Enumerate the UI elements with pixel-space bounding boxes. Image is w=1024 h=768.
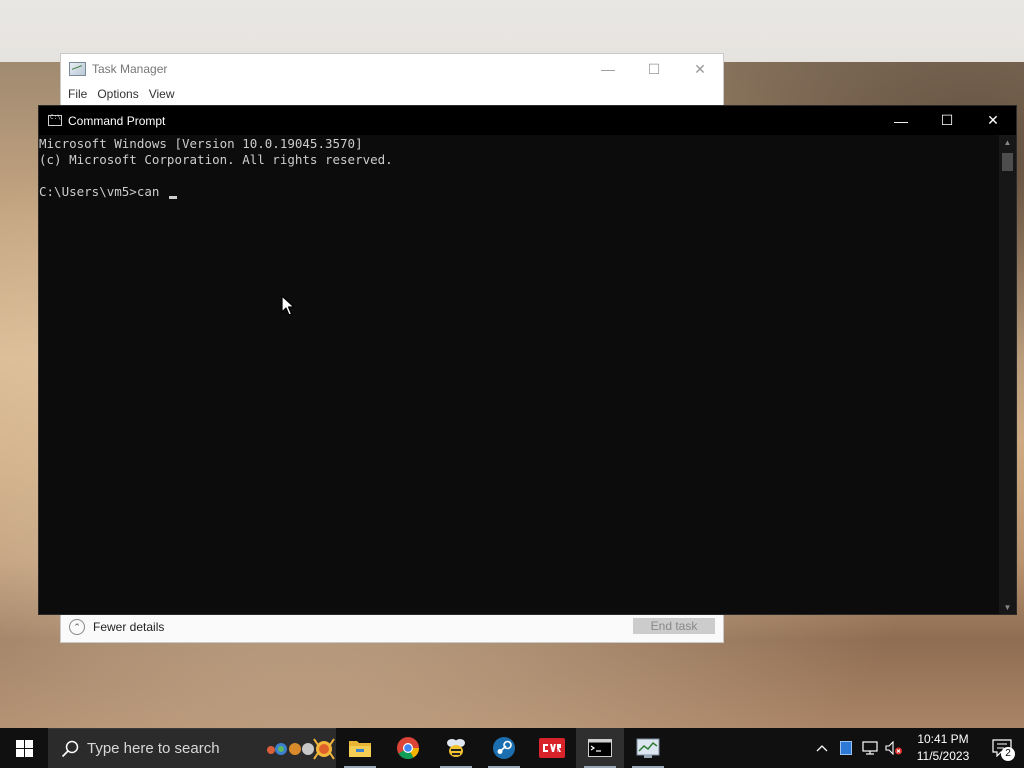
menu-file[interactable]: File (63, 84, 92, 104)
console-prompt-line[interactable]: C:\Users\vm5>can (39, 184, 999, 200)
task-manager-titlebar[interactable]: Task Manager — ☐ ✕ (61, 54, 723, 84)
task-manager-menubar: File Options View (61, 84, 723, 104)
scrollbar-thumb[interactable] (1002, 153, 1013, 171)
steam-icon (493, 737, 515, 759)
maximize-icon[interactable]: ☐ (631, 54, 677, 84)
tablet-icon (840, 741, 852, 755)
bee-app-icon (447, 739, 465, 757)
action-center-button[interactable]: 2 (980, 728, 1024, 768)
network-status[interactable] (858, 728, 882, 768)
taskbar-chrome[interactable] (384, 728, 432, 768)
clock-date: 11/5/2023 (916, 749, 970, 763)
vertical-scrollbar[interactable]: ▲ ▼ (999, 135, 1016, 614)
task-manager-icon (636, 738, 660, 758)
task-manager-title: Task Manager (92, 62, 168, 76)
minimize-icon[interactable]: — (878, 106, 924, 135)
task-manager-icon (69, 62, 86, 76)
chevron-up-icon[interactable]: ⌃ (69, 619, 85, 635)
chevron-up-icon (816, 745, 828, 752)
windows-logo-icon (15, 739, 33, 757)
close-icon[interactable]: ✕ (970, 106, 1016, 135)
volume-control[interactable] (882, 728, 906, 768)
command-prompt-icon (588, 739, 612, 757)
notification-count-badge: 2 (1001, 747, 1015, 761)
tray-app[interactable] (834, 728, 858, 768)
taskbar-bee-app[interactable] (432, 728, 480, 768)
clock-time: 10:41 PM (917, 732, 969, 746)
search-highlight-illustration-icon (267, 738, 335, 760)
chrome-icon (397, 737, 419, 759)
clock[interactable]: 10:41 PM 11/5/2023 (906, 728, 980, 768)
search-icon (61, 740, 79, 757)
taskbar-red-app[interactable] (528, 728, 576, 768)
end-task-button[interactable]: End task (633, 618, 715, 634)
search-placeholder: Type here to search (87, 740, 220, 757)
taskbar-command-prompt[interactable] (576, 728, 624, 768)
red-app-icon (539, 738, 565, 758)
close-icon[interactable]: ✕ (677, 54, 723, 84)
menu-options[interactable]: Options (92, 84, 143, 104)
console-line: (c) Microsoft Corporation. All rights re… (39, 152, 393, 167)
fewer-details-link[interactable]: Fewer details (93, 620, 164, 634)
console-prompt-text: C:\Users\vm5>can (39, 184, 167, 199)
network-icon (862, 741, 878, 755)
console-output[interactable]: Microsoft Windows [Version 10.0.19045.35… (39, 135, 999, 614)
volume-muted-icon (885, 741, 902, 755)
command-prompt-window[interactable]: Command Prompt — ☐ ✕ Microsoft Windows [… (38, 105, 1017, 615)
scroll-down-icon[interactable]: ▼ (999, 600, 1016, 614)
console-line: Microsoft Windows [Version 10.0.19045.35… (39, 136, 363, 151)
file-explorer-icon (349, 741, 371, 757)
command-prompt-title: Command Prompt (68, 113, 166, 128)
task-manager-footer: ⌃ Fewer details End task (61, 612, 723, 642)
taskbar-search-box[interactable]: Type here to search (48, 728, 336, 768)
taskbar-task-manager[interactable] (624, 728, 672, 768)
command-prompt-titlebar[interactable]: Command Prompt — ☐ ✕ (39, 106, 1016, 135)
maximize-icon[interactable]: ☐ (924, 106, 970, 135)
menu-view[interactable]: View (144, 84, 180, 104)
text-cursor (168, 196, 177, 199)
system-tray: 10:41 PM 11/5/2023 2 (810, 728, 1024, 768)
taskbar-file-explorer[interactable] (336, 728, 384, 768)
taskbar-steam[interactable] (480, 728, 528, 768)
mouse-pointer-icon (281, 295, 295, 316)
start-button[interactable] (0, 728, 48, 768)
show-hidden-icons-button[interactable] (810, 728, 834, 768)
scroll-up-icon[interactable]: ▲ (999, 135, 1016, 149)
command-prompt-icon (48, 114, 62, 126)
taskbar: Type here to search 10:41 PM 11/5/2023 2 (0, 728, 1024, 768)
minimize-icon[interactable]: — (585, 54, 631, 84)
